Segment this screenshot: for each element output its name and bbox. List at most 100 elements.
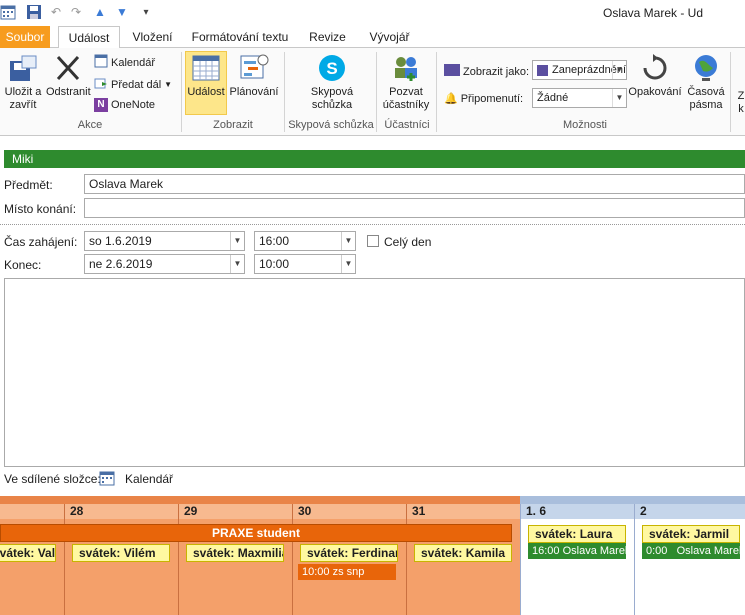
location-input[interactable] xyxy=(84,198,745,218)
show-as-select[interactable]: Zaneprázdnění ▼ xyxy=(532,60,627,80)
end-date-value: ne 2.6.2019 xyxy=(89,257,153,271)
location-label: Místo konání: xyxy=(4,202,77,216)
tab-developer[interactable]: Vývojář xyxy=(362,26,417,48)
tab-event[interactable]: Událost xyxy=(58,26,120,49)
reminder-select[interactable]: Žádné ▼ xyxy=(532,88,627,108)
day-header[interactable]: 31 xyxy=(406,504,425,519)
start-label: Čas zahájení: xyxy=(4,235,78,249)
tab-insert[interactable]: Vložení xyxy=(125,26,180,48)
nameday-chip[interactable]: svátek: Ferdinand xyxy=(300,544,398,562)
reminder-value: Žádné xyxy=(537,92,569,104)
shared-folder-value[interactable]: Kalendář xyxy=(125,472,173,486)
event-view-icon xyxy=(190,52,222,84)
previous-item-icon[interactable]: ▲ xyxy=(92,4,108,20)
day-header[interactable]: 29 xyxy=(178,504,197,519)
timezones-label: Časová pásma xyxy=(687,86,725,111)
timezones-button[interactable]: Časová pásma xyxy=(684,52,728,112)
delete-button[interactable]: Odstranit xyxy=(46,52,91,99)
calendar-button[interactable]: Kalendář xyxy=(94,54,155,71)
undo-icon[interactable]: ↶ xyxy=(48,4,64,20)
save-close-button[interactable]: Uložit a zavřít xyxy=(2,52,44,112)
calendar-preview: 28 29 30 31 1. 6 2 PRAXE student svátek:… xyxy=(0,496,745,615)
event-view-button[interactable]: Událost xyxy=(185,51,227,115)
group-label-show: Zobrazit xyxy=(213,119,253,131)
start-date-input[interactable]: so 1.6.2019 ▼ xyxy=(84,231,245,251)
globe-icon xyxy=(690,52,722,84)
nameday-chip[interactable]: svátek: Vilém xyxy=(72,544,170,562)
chevron-down-icon[interactable]: ▼ xyxy=(230,255,244,273)
calendar-owner-bar: Miki xyxy=(4,150,745,168)
end-time-input[interactable]: 10:00 ▼ xyxy=(254,254,356,274)
skype-meeting-button[interactable]: S Skypová schůzka xyxy=(304,52,360,112)
divider xyxy=(292,504,293,615)
nameday-chip[interactable]: svátek: Jarmil xyxy=(642,525,740,543)
tab-file[interactable]: Soubor xyxy=(0,26,50,48)
tab-format-text[interactable]: Formátování textu xyxy=(190,26,290,48)
chevron-down-icon[interactable]: ▼ xyxy=(230,232,244,250)
svg-text:S: S xyxy=(326,59,337,78)
save-close-label: Uložit a zavřít xyxy=(4,86,42,111)
recurrence-button[interactable]: Opakování xyxy=(628,52,682,99)
forward-label: Předat dál xyxy=(111,78,162,91)
delete-icon xyxy=(52,52,84,84)
end-date-input[interactable]: ne 2.6.2019 ▼ xyxy=(84,254,245,274)
calendar-event[interactable]: 10:00 zs snp xyxy=(298,564,396,580)
truncated-button[interactable]: Z k xyxy=(736,90,745,116)
app-calendar-icon[interactable] xyxy=(0,4,16,20)
chevron-down-icon: ▼ xyxy=(612,89,626,107)
group-label-options: Možnosti xyxy=(562,119,608,131)
divider xyxy=(0,224,745,225)
shared-folder-label: Ve sdílené složce: xyxy=(4,472,101,486)
onenote-button[interactable]: N OneNote xyxy=(94,98,155,112)
subject-input[interactable]: Oslava Marek xyxy=(84,174,745,194)
allday-label: Celý den xyxy=(384,235,432,249)
end-label: Konec: xyxy=(4,258,42,272)
nameday-chip[interactable]: svátek: Valdemar xyxy=(0,544,56,562)
subject-label: Předmět: xyxy=(4,178,53,192)
chevron-down-icon[interactable]: ▼ xyxy=(341,255,355,273)
bell-icon: 🔔 xyxy=(444,93,458,105)
group-label-participants: Účastníci xyxy=(384,119,430,131)
nameday-chip[interactable]: svátek: Maxmilián xyxy=(186,544,284,562)
skype-icon: S xyxy=(316,52,348,84)
chevron-down-icon: ▼ xyxy=(164,80,173,89)
recurrence-icon xyxy=(639,52,671,84)
ribbon: Uložit a zavřít Odstranit Kalendář Předa… xyxy=(0,48,745,136)
event-body-textarea[interactable] xyxy=(4,278,745,467)
nameday-chip[interactable]: svátek: Kamila xyxy=(414,544,512,562)
planning-button[interactable]: Plánování xyxy=(229,52,279,99)
weekday-top-strip xyxy=(0,496,520,504)
day-header[interactable]: 1. 6 xyxy=(520,504,546,519)
planning-label: Plánování xyxy=(229,86,279,98)
divider xyxy=(178,504,179,615)
day-header[interactable]: 2 xyxy=(634,504,647,519)
day-header[interactable]: 28 xyxy=(64,504,83,519)
tab-review[interactable]: Revize xyxy=(300,26,355,48)
day-header[interactable]: 30 xyxy=(292,504,311,519)
next-item-icon[interactable]: ▼ xyxy=(114,4,130,20)
allday-checkbox[interactable] xyxy=(367,235,379,247)
skype-label: Skypová schůzka xyxy=(310,86,354,111)
divider xyxy=(64,504,65,615)
redo-icon[interactable]: ↷ xyxy=(68,4,84,20)
start-time-input[interactable]: 16:00 ▼ xyxy=(254,231,356,251)
busy-color-icon xyxy=(537,64,548,76)
invite-icon xyxy=(390,52,422,84)
forward-button[interactable]: Předat dál ▼ xyxy=(94,76,172,93)
save-icon[interactable] xyxy=(26,4,42,20)
praxe-banner-event[interactable]: PRAXE student xyxy=(0,524,512,542)
chevron-down-icon: ▼ xyxy=(612,61,626,79)
chevron-down-icon[interactable]: ▼ xyxy=(341,232,355,250)
divider xyxy=(376,52,377,132)
invite-participants-button[interactable]: Pozvat účastníky xyxy=(380,52,432,112)
start-time-value: 16:00 xyxy=(259,234,290,248)
nameday-chip[interactable]: svátek: Laura xyxy=(528,525,626,543)
calendar-event[interactable]: 0:00 Oslava Marek xyxy=(642,543,740,559)
divider xyxy=(520,504,521,615)
reminder-label-row: 🔔 Připomenutí: xyxy=(444,92,523,106)
event-view-label: Událost xyxy=(187,86,225,98)
customize-toolbar-icon[interactable]: ▾ xyxy=(138,4,154,20)
invite-label: Pozvat účastníky xyxy=(382,86,430,111)
calendar-event[interactable]: 16:00 Oslava Marek xyxy=(528,543,626,559)
divider xyxy=(730,52,731,132)
